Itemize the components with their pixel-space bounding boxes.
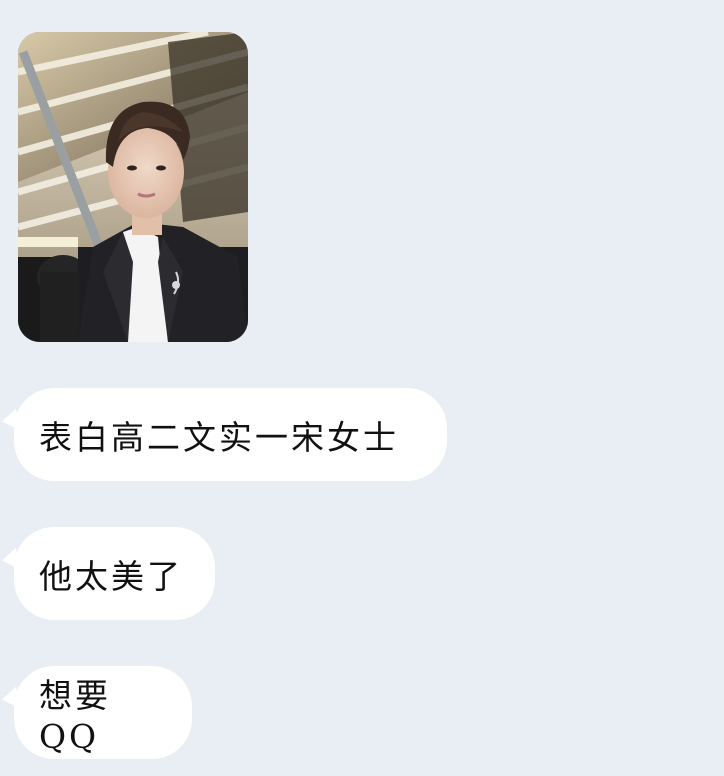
message-text: 表白高二文实一宋女士	[39, 417, 399, 457]
text-message-bubble[interactable]: 想要QQ	[14, 666, 192, 759]
message-text: 想要QQ	[39, 676, 111, 756]
chat-thread: 表白高二文实一宋女士 他太美了 想要QQ	[0, 0, 724, 776]
selfie-photo	[18, 32, 248, 342]
text-message-bubble[interactable]: 他太美了	[14, 527, 215, 620]
message-text: 他太美了	[39, 556, 183, 596]
text-message-bubble[interactable]: 表白高二文实一宋女士	[14, 388, 447, 481]
photo-message[interactable]	[18, 32, 248, 342]
